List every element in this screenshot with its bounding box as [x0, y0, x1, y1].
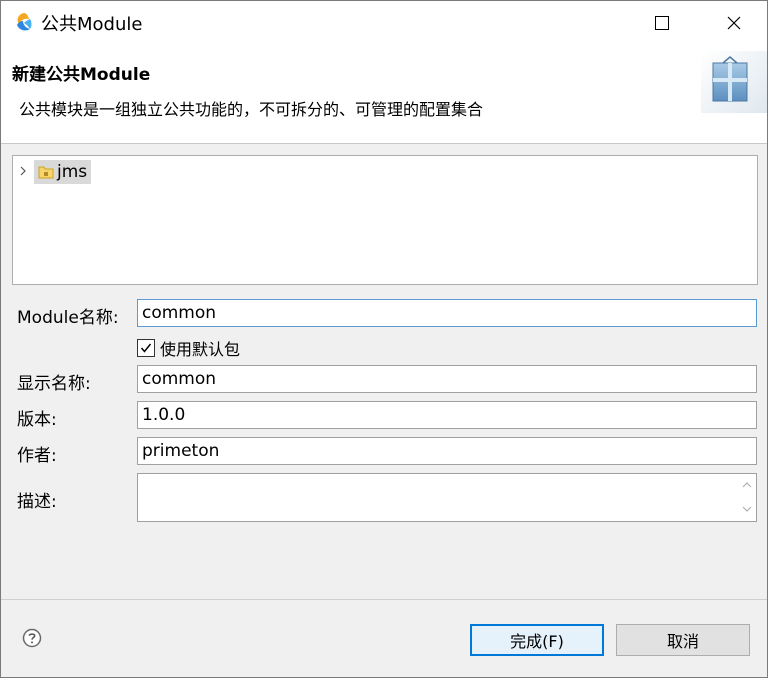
- maximize-icon: [655, 16, 669, 30]
- tree-item-label: jms: [57, 162, 88, 182]
- checkbox-box[interactable]: [137, 339, 155, 357]
- module-name-label: Module名称:: [17, 308, 119, 328]
- display-name-input[interactable]: common: [137, 365, 757, 393]
- close-icon: [727, 16, 741, 30]
- version-input[interactable]: 1.0.0: [137, 401, 757, 429]
- display-name-label: 显示名称:: [17, 374, 91, 394]
- textarea-scrollbar[interactable]: [738, 474, 756, 521]
- close-button[interactable]: [711, 1, 757, 45]
- maximize-button[interactable]: [639, 1, 685, 45]
- author-label: 作者:: [17, 446, 57, 466]
- module-package-icon: [701, 51, 767, 113]
- module-name-input[interactable]: common: [137, 299, 757, 327]
- finish-button[interactable]: 完成(F): [470, 624, 604, 656]
- use-default-package-checkbox[interactable]: 使用默认包: [137, 336, 240, 360]
- wizard-banner: 新建公共Module 公共模块是一组独立公共功能的，不可拆分的、可管理的配置集合: [1, 45, 767, 144]
- description-textarea[interactable]: [137, 473, 757, 522]
- package-folder-icon: [38, 166, 54, 179]
- expand-arrow-icon[interactable]: [19, 166, 27, 176]
- tree-item-jms[interactable]: jms: [34, 160, 92, 184]
- app-logo-icon: [17, 13, 32, 31]
- title-bar[interactable]: 公共Module: [1, 1, 767, 45]
- scroll-up-icon[interactable]: [742, 482, 752, 488]
- wizard-title: 新建公共Module: [12, 65, 151, 85]
- window-title: 公共Module: [41, 14, 143, 35]
- footer-divider: [1, 599, 767, 600]
- scroll-down-icon[interactable]: [742, 506, 752, 512]
- package-tree[interactable]: jms: [12, 155, 758, 285]
- version-label: 版本:: [17, 410, 57, 430]
- wizard-description: 公共模块是一组独立公共功能的，不可拆分的、可管理的配置集合: [19, 100, 484, 119]
- cancel-button[interactable]: 取消: [616, 624, 750, 656]
- dialog-window: 公共Module 新建公共Module 公共模块是一组独立公共功能的，不可拆分的…: [0, 0, 768, 678]
- author-input[interactable]: primeton: [137, 437, 757, 465]
- description-label: 描述:: [17, 492, 57, 512]
- checkmark-icon: [140, 343, 152, 353]
- checkbox-label: 使用默认包: [160, 340, 241, 359]
- help-icon[interactable]: [22, 628, 42, 648]
